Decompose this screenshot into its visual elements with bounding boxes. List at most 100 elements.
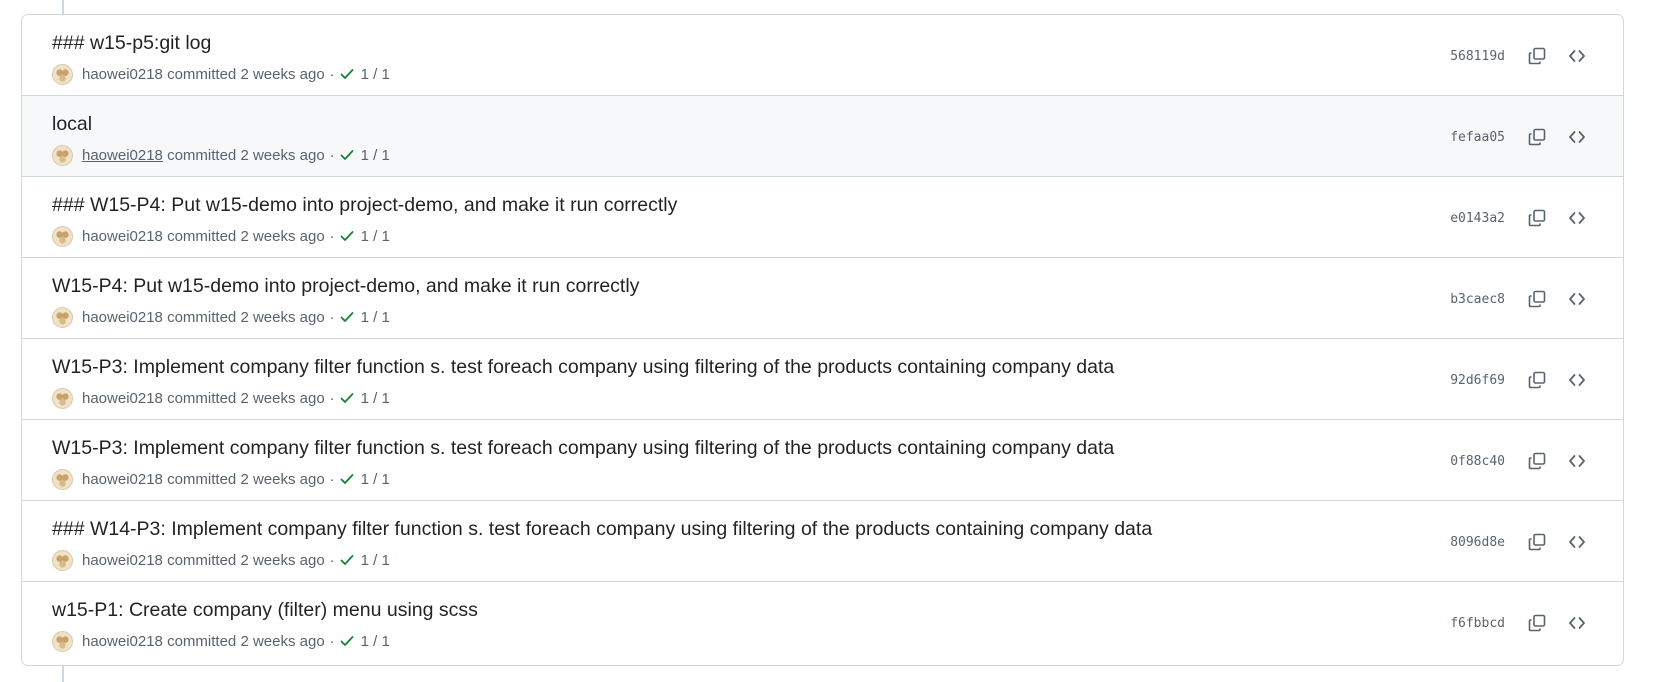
- commit-meta: haowei0218 committed 2 weeks ago · 1 / 1: [52, 224, 390, 248]
- separator-dot: ·: [329, 551, 335, 569]
- commit-list: ### w15-p5:git log haowei0218 committed …: [21, 14, 1624, 666]
- author-avatar[interactable]: [52, 468, 73, 490]
- commit-message-link[interactable]: W15-P3: Implement company filter functio…: [52, 437, 1114, 460]
- commit-time: 2 weeks ago: [240, 65, 325, 83]
- commit-message-link[interactable]: w15-P1: Create company (filter) menu usi…: [52, 599, 478, 622]
- commit-message-link[interactable]: ### W14-P3: Implement company filter fun…: [52, 518, 1152, 541]
- author-avatar[interactable]: [52, 144, 73, 166]
- check-icon[interactable]: [339, 471, 355, 487]
- code-icon[interactable]: [1561, 366, 1593, 394]
- check-icon[interactable]: [339, 390, 355, 406]
- code-icon[interactable]: [1561, 285, 1593, 313]
- copy-icon[interactable]: [1521, 447, 1553, 475]
- commit-actions: 92d6f69: [1450, 366, 1593, 394]
- code-icon[interactable]: [1561, 204, 1593, 232]
- check-icon[interactable]: [339, 552, 355, 568]
- commit-row: ### W15-P4: Put w15-demo into project-de…: [22, 177, 1623, 258]
- code-icon[interactable]: [1561, 528, 1593, 556]
- committed-label: committed: [167, 632, 237, 650]
- commit-message-link[interactable]: W15-P4: Put w15-demo into project-demo, …: [52, 275, 639, 298]
- commit-actions: f6fbbcd: [1450, 609, 1593, 637]
- check-icon[interactable]: [339, 147, 355, 163]
- author-link[interactable]: haowei0218: [82, 309, 163, 326]
- commit-actions: 0f88c40: [1450, 447, 1593, 475]
- checks-count[interactable]: 1 / 1: [361, 228, 390, 245]
- commit-row: w15-P1: Create company (filter) menu usi…: [22, 582, 1623, 663]
- commit-sha-link[interactable]: 92d6f69: [1450, 373, 1505, 388]
- code-icon[interactable]: [1561, 123, 1593, 151]
- check-icon[interactable]: [339, 633, 355, 649]
- copy-icon[interactable]: [1521, 204, 1553, 232]
- author-link[interactable]: haowei0218: [82, 228, 163, 245]
- separator-dot: ·: [329, 146, 335, 164]
- committed-label: committed: [167, 470, 237, 488]
- commit-meta: haowei0218 committed 2 weeks ago · 1 / 1: [52, 143, 390, 167]
- author-link[interactable]: haowei0218: [82, 633, 163, 650]
- separator-dot: ·: [329, 632, 335, 650]
- commit-row: W15-P3: Implement company filter functio…: [22, 420, 1623, 501]
- copy-icon[interactable]: [1521, 123, 1553, 151]
- commit-meta: haowei0218 committed 2 weeks ago · 1 / 1: [52, 629, 390, 653]
- commit-sha-link[interactable]: fefaa05: [1450, 130, 1505, 145]
- commit-time: 2 weeks ago: [240, 632, 325, 650]
- commit-time: 2 weeks ago: [240, 227, 325, 245]
- commit-meta: haowei0218 committed 2 weeks ago · 1 / 1: [52, 62, 390, 86]
- copy-icon[interactable]: [1521, 285, 1553, 313]
- commit-sha-link[interactable]: b3caec8: [1450, 292, 1505, 307]
- code-icon[interactable]: [1561, 447, 1593, 475]
- checks-count[interactable]: 1 / 1: [361, 309, 390, 326]
- author-link[interactable]: haowei0218: [82, 66, 163, 83]
- committed-label: committed: [167, 227, 237, 245]
- commit-sha-link[interactable]: 8096d8e: [1450, 535, 1505, 550]
- author-link[interactable]: haowei0218: [82, 471, 163, 488]
- author-link[interactable]: haowei0218: [82, 552, 163, 569]
- checks-count[interactable]: 1 / 1: [361, 390, 390, 407]
- commit-time: 2 weeks ago: [240, 146, 325, 164]
- commit-actions: 568119d: [1450, 42, 1593, 70]
- commit-sha-link[interactable]: f6fbbcd: [1450, 616, 1505, 631]
- commit-meta: haowei0218 committed 2 weeks ago · 1 / 1: [52, 467, 390, 491]
- commit-sha-link[interactable]: e0143a2: [1450, 211, 1505, 226]
- commit-meta: haowei0218 committed 2 weeks ago · 1 / 1: [52, 305, 390, 329]
- commit-actions: 8096d8e: [1450, 528, 1593, 556]
- copy-icon[interactable]: [1521, 42, 1553, 70]
- separator-dot: ·: [329, 389, 335, 407]
- author-avatar[interactable]: [52, 63, 73, 85]
- commit-time: 2 weeks ago: [240, 470, 325, 488]
- author-avatar[interactable]: [52, 306, 73, 328]
- commit-message-link[interactable]: ### W15-P4: Put w15-demo into project-de…: [52, 194, 677, 217]
- code-icon[interactable]: [1561, 609, 1593, 637]
- check-icon[interactable]: [339, 309, 355, 325]
- code-icon[interactable]: [1561, 42, 1593, 70]
- checks-count[interactable]: 1 / 1: [361, 66, 390, 83]
- commit-actions: b3caec8: [1450, 285, 1593, 313]
- author-link[interactable]: haowei0218: [82, 147, 163, 164]
- check-icon[interactable]: [339, 66, 355, 82]
- checks-count[interactable]: 1 / 1: [361, 552, 390, 569]
- commit-message-link[interactable]: W15-P3: Implement company filter functio…: [52, 356, 1114, 379]
- commit-meta: haowei0218 committed 2 weeks ago · 1 / 1: [52, 386, 390, 410]
- author-avatar[interactable]: [52, 630, 73, 652]
- author-avatar[interactable]: [52, 225, 73, 247]
- author-avatar[interactable]: [52, 387, 73, 409]
- committed-label: committed: [167, 389, 237, 407]
- author-link[interactable]: haowei0218: [82, 390, 163, 407]
- committed-label: committed: [167, 65, 237, 83]
- separator-dot: ·: [329, 65, 335, 83]
- check-icon[interactable]: [339, 228, 355, 244]
- checks-count[interactable]: 1 / 1: [361, 471, 390, 488]
- checks-count[interactable]: 1 / 1: [361, 633, 390, 650]
- commit-sha-link[interactable]: 568119d: [1450, 49, 1505, 64]
- commit-row: W15-P3: Implement company filter functio…: [22, 339, 1623, 420]
- checks-count[interactable]: 1 / 1: [361, 147, 390, 164]
- author-avatar[interactable]: [52, 549, 73, 571]
- commit-message-link[interactable]: local: [52, 113, 92, 136]
- copy-icon[interactable]: [1521, 366, 1553, 394]
- commit-row: ### W14-P3: Implement company filter fun…: [22, 501, 1623, 582]
- commit-row: local haowei0218 committed 2 weeks ago ·…: [22, 96, 1623, 177]
- commit-message-link[interactable]: ### w15-p5:git log: [52, 32, 211, 55]
- commit-row: ### w15-p5:git log haowei0218 committed …: [22, 15, 1623, 96]
- copy-icon[interactable]: [1521, 528, 1553, 556]
- copy-icon[interactable]: [1521, 609, 1553, 637]
- commit-sha-link[interactable]: 0f88c40: [1450, 454, 1505, 469]
